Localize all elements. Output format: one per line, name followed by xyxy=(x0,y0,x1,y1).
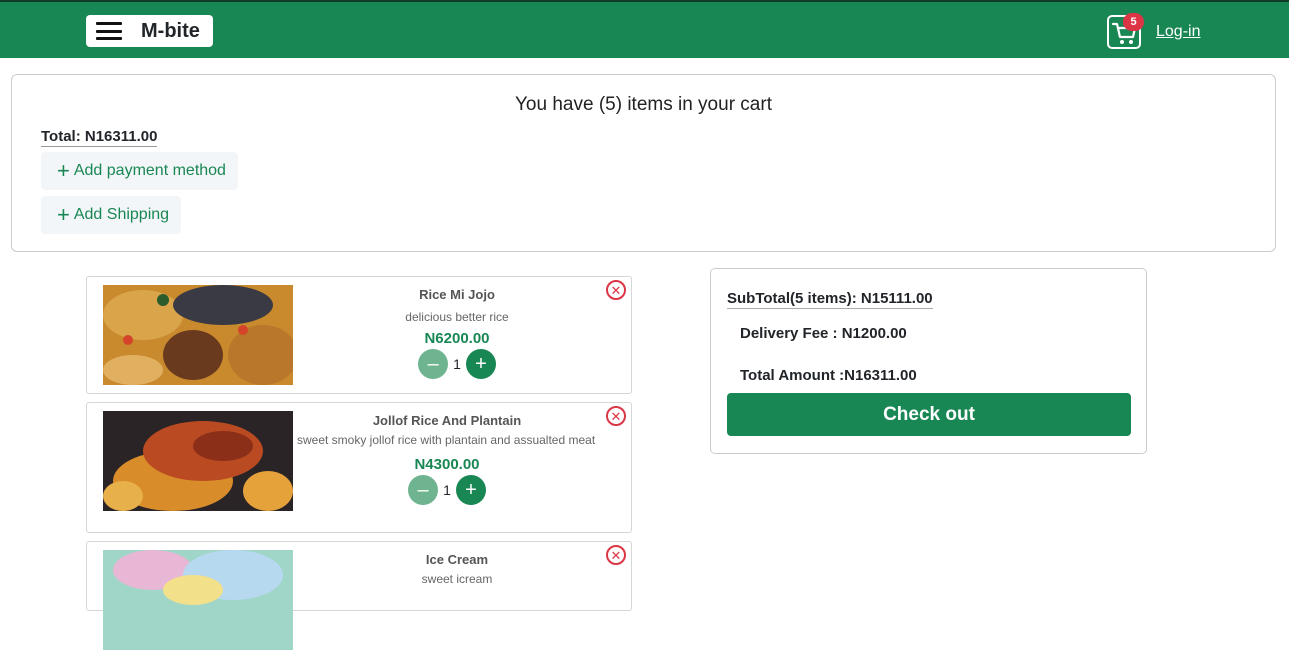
cart-heading: You have (5) items in your cart xyxy=(515,94,772,115)
item-details: Ice Cream sweet icream xyxy=(297,552,617,586)
brand-menu-button[interactable]: M-bite xyxy=(86,15,213,47)
add-shipping-label: Add Shipping xyxy=(73,206,170,223)
plus-icon: + xyxy=(57,202,70,227)
hamburger-icon[interactable] xyxy=(96,22,122,40)
ice-cream-image xyxy=(103,550,293,650)
checkout-button[interactable]: Check out xyxy=(727,393,1131,436)
cart-button[interactable]: 5 xyxy=(1107,13,1144,49)
quantity-stepper: – 1 + xyxy=(297,349,617,379)
decrease-quantity-button[interactable]: – xyxy=(408,475,438,505)
order-totals-card: SubTotal(5 items): N15111.00 Delivery Fe… xyxy=(710,268,1147,454)
rice-mi-jojo-image xyxy=(103,285,293,385)
item-details: Rice Mi Jojo delicious better rice N6200… xyxy=(297,287,617,379)
item-name: Rice Mi Jojo xyxy=(419,287,495,302)
cart-item: Jollof Rice And Plantain sweet smoky jol… xyxy=(86,402,632,533)
plus-icon: + xyxy=(57,158,70,183)
item-description: delicious better rice xyxy=(405,310,509,324)
cart-summary-card: You have (5) items in your cart Total: N… xyxy=(11,74,1276,252)
add-payment-method-button[interactable]: + Add payment method xyxy=(41,152,238,190)
item-description: sweet icream xyxy=(421,572,493,586)
increase-quantity-button[interactable]: + xyxy=(466,349,496,379)
item-description: sweet smoky jollof rice with plantain an… xyxy=(297,433,596,447)
login-link[interactable]: Log-in xyxy=(1156,23,1200,41)
quantity-value: 1 xyxy=(443,482,451,498)
navbar: M-bite 5 Log-in xyxy=(0,0,1289,58)
item-name: Ice Cream xyxy=(425,552,489,567)
item-price: N6200.00 xyxy=(424,330,490,347)
item-name: Jollof Rice And Plantain xyxy=(372,413,522,428)
cart-count-badge: 5 xyxy=(1123,13,1144,31)
delivery-fee: Delivery Fee : N1200.00 xyxy=(740,325,907,342)
quantity-stepper: – 1 + xyxy=(297,475,597,505)
brand-name: M-bite xyxy=(141,19,200,42)
jollof-rice-and-plantain-image xyxy=(103,411,293,511)
decrease-quantity-button[interactable]: – xyxy=(418,349,448,379)
close-circle-icon[interactable]: ✕ xyxy=(606,545,626,565)
cart-total: Total: N16311.00 xyxy=(41,128,158,147)
item-price: N4300.00 xyxy=(414,456,480,473)
total-amount: Total Amount :N16311.00 xyxy=(740,367,917,384)
add-shipping-button[interactable]: + Add Shipping xyxy=(41,196,182,234)
quantity-value: 1 xyxy=(453,356,461,372)
item-details: Jollof Rice And Plantain sweet smoky jol… xyxy=(297,413,597,505)
cart-item: Ice Cream sweet icream ✕ xyxy=(86,541,632,650)
cart-item: Rice Mi Jojo delicious better rice N6200… xyxy=(86,276,632,394)
add-payment-label: Add payment method xyxy=(73,162,226,179)
close-circle-icon[interactable]: ✕ xyxy=(606,406,626,426)
close-circle-icon[interactable]: ✕ xyxy=(606,280,626,300)
increase-quantity-button[interactable]: + xyxy=(456,475,486,505)
subtotal: SubTotal(5 items): N15111.00 xyxy=(727,290,933,309)
